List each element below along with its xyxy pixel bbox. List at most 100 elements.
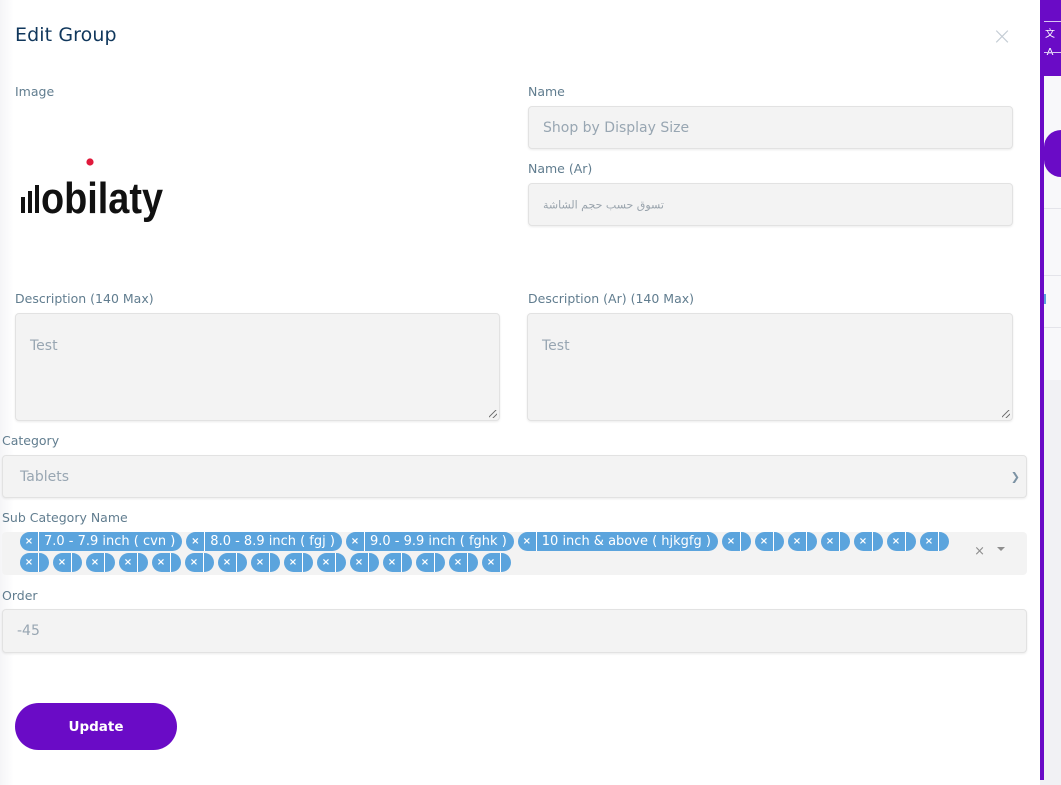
chip-remove-icon[interactable]: ×: [416, 553, 435, 572]
order-label: Order: [2, 588, 38, 603]
category-label: Category: [2, 433, 60, 448]
name-ar-input[interactable]: تسوق حسب حجم الشاشة: [528, 183, 1013, 226]
chip-remove-icon[interactable]: ×: [86, 553, 105, 572]
chip-remove-icon[interactable]: ×: [218, 553, 237, 572]
description-ar-value: Test: [542, 338, 570, 354]
sub-category-label: Sub Category Name: [2, 510, 128, 525]
chip-label: 7.0 - 7.9 inch ( cvn ): [44, 534, 176, 549]
description-textarea[interactable]: Test: [15, 313, 500, 421]
chip-label: 10 inch & above ( hjkgfg ): [541, 534, 711, 549]
dropdown-arrow-icon[interactable]: [997, 547, 1005, 551]
chip-remove-icon[interactable]: ×: [821, 532, 840, 551]
resize-handle[interactable]: [1002, 410, 1010, 418]
description-ar-textarea[interactable]: Test: [527, 313, 1013, 421]
subcategory-chip: ×: [86, 553, 115, 572]
chip-remove-icon[interactable]: ×: [119, 553, 138, 572]
subcategory-chip: ×: [449, 553, 478, 572]
subcategory-chip: × 8.0 - 8.9 inch ( fgj ): [186, 532, 342, 551]
subcategory-chip: ×: [886, 532, 916, 551]
close-icon[interactable]: ×: [990, 24, 1014, 48]
chip-remove-icon[interactable]: ×: [20, 532, 39, 551]
subcategory-chip: ×: [119, 553, 148, 572]
description-ar-label: Description (Ar) (140 Max): [528, 291, 695, 306]
chip-remove-icon[interactable]: ×: [518, 532, 537, 551]
subcategory-chip: × 9.0 - 9.9 inch ( fghk ): [345, 532, 514, 551]
chip-remove-icon[interactable]: ×: [383, 553, 402, 572]
svg-text:obilaty: obilaty: [41, 174, 163, 223]
chip-remove-icon[interactable]: ×: [346, 532, 365, 551]
description-value: Test: [30, 338, 58, 354]
clear-all-icon[interactable]: ×: [974, 544, 985, 559]
chip-remove-icon[interactable]: ×: [755, 532, 774, 551]
sub-category-multiselect[interactable]: × 7.0 - 7.9 inch ( cvn ) × 8.0 - 8.9 inch (…: [2, 532, 1027, 575]
name-ar-value: تسوق حسب حجم الشاشة: [543, 198, 664, 211]
modal-title: Edit Group: [15, 24, 117, 46]
chip-label: 8.0 - 8.9 inch ( fgj ): [210, 534, 335, 549]
subcategory-chip: ×: [152, 553, 181, 572]
chip-remove-icon[interactable]: ×: [482, 553, 501, 572]
divider: [1044, 52, 1061, 53]
update-button[interactable]: Update: [15, 703, 177, 750]
chip-remove-icon[interactable]: ×: [722, 532, 741, 551]
subcategory-chip: ×: [251, 553, 280, 572]
name-ar-label: Name (Ar): [528, 161, 593, 176]
subcategory-chip: ×: [919, 532, 949, 551]
mobilaty-logo: obilaty: [21, 158, 163, 223]
order-value: -45: [17, 623, 40, 639]
background-panel: [1044, 76, 1061, 380]
name-value: Shop by Display Size: [543, 119, 690, 136]
edit-group-modal: Edit Group × Image obilaty Name Shop by …: [0, 0, 1040, 785]
chip-remove-icon[interactable]: ×: [788, 532, 807, 551]
chip-remove-icon[interactable]: ×: [185, 553, 204, 572]
subcategory-chip: ×: [416, 553, 445, 572]
chip-label: 9.0 - 9.9 inch ( fghk ): [369, 534, 507, 549]
chip-remove-icon[interactable]: ×: [920, 532, 939, 551]
chip-remove-icon[interactable]: ×: [317, 553, 336, 572]
subcategory-chip: ×: [218, 553, 247, 572]
divider: [1044, 327, 1061, 328]
divider: [1044, 275, 1061, 276]
group-image[interactable]: obilaty: [20, 154, 165, 238]
subcategory-chip: ×: [853, 532, 883, 551]
chevron-down-icon: ❯: [1010, 470, 1020, 483]
subcategory-chip: ×: [53, 553, 82, 572]
resize-handle[interactable]: [489, 410, 497, 418]
divider: [1044, 21, 1061, 22]
subcategory-chip: ×: [754, 532, 784, 551]
subcategory-chip: ×: [350, 553, 379, 572]
chip-remove-icon[interactable]: ×: [887, 532, 906, 551]
modal-scrollbar[interactable]: [1040, 0, 1044, 780]
translate-icon[interactable]: 文A: [1043, 26, 1057, 58]
subcategory-chip: ×: [383, 553, 412, 572]
chip-remove-icon[interactable]: ×: [186, 532, 206, 551]
chip-remove-icon[interactable]: ×: [284, 553, 303, 572]
chip-remove-icon[interactable]: ×: [854, 532, 873, 551]
name-label: Name: [528, 84, 565, 99]
subcategory-chip: × 10 inch & above ( hjkgfg ): [517, 532, 718, 551]
subcategory-chip: ×: [284, 553, 313, 572]
chip-remove-icon[interactable]: ×: [449, 553, 468, 572]
subcategory-chip: ×: [721, 532, 751, 551]
category-select[interactable]: Tablets ❯: [2, 455, 1027, 498]
subcategory-chip: ×: [185, 553, 214, 572]
category-selected: Tablets: [20, 468, 69, 485]
chip-remove-icon[interactable]: ×: [152, 553, 171, 572]
chip-remove-icon[interactable]: ×: [251, 553, 270, 572]
divider: [1044, 208, 1061, 209]
subcategory-chip: ×: [482, 553, 511, 572]
image-label: Image: [15, 84, 55, 99]
subcategory-chip: ×: [20, 553, 49, 572]
subcategory-chip: × 7.0 - 7.9 inch ( cvn ): [20, 532, 183, 551]
background-text-fragment: [1044, 294, 1046, 304]
subcategory-chip: ×: [820, 532, 850, 551]
subcategory-chip: ×: [787, 532, 817, 551]
chip-remove-icon[interactable]: ×: [53, 553, 72, 572]
selected-chips: × 7.0 - 7.9 inch ( cvn ) × 8.0 - 8.9 inch (…: [20, 532, 970, 572]
description-label: Description (140 Max): [15, 291, 154, 306]
order-input[interactable]: -45: [2, 609, 1027, 653]
subcategory-chip: ×: [317, 553, 346, 572]
name-input[interactable]: Shop by Display Size: [528, 106, 1013, 149]
chip-remove-icon[interactable]: ×: [350, 553, 369, 572]
background-active-item: [1044, 130, 1061, 177]
chip-remove-icon[interactable]: ×: [20, 553, 39, 572]
